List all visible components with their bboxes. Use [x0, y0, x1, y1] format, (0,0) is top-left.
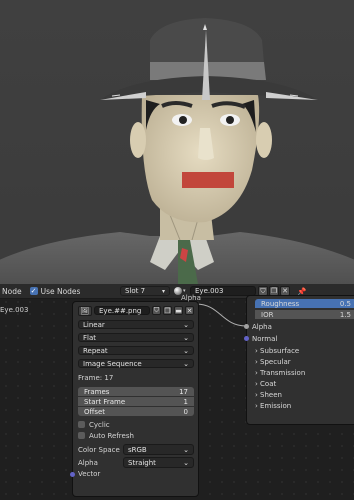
cyclic-label: Cyclic: [89, 420, 110, 429]
frames-label: Frames: [84, 387, 110, 396]
extension-dropdown[interactable]: Repeat ⌄: [78, 346, 194, 355]
panel-label: Emission: [260, 401, 292, 410]
vector-label: Vector: [78, 470, 101, 478]
auto-refresh-label: Auto Refresh: [89, 431, 134, 440]
color-space-label: Color Space: [78, 445, 120, 454]
vector-input-socket[interactable]: [70, 472, 75, 477]
mouth: [182, 172, 234, 188]
image-texture-node[interactable]: Alpha 🖼 Eye.##.png ⛉ ❐ ▬ ✕ Linear ⌄ Flat ⌄…: [70, 294, 201, 497]
alpha-mode-value: Straight: [128, 458, 156, 467]
alpha-mode-row: Alpha Straight ⌄: [78, 457, 194, 468]
frame-label: Frame: 17: [78, 374, 114, 382]
offset-value: 0: [183, 407, 188, 416]
normal-input-socket[interactable]: [244, 336, 249, 341]
checkbox-icon: [78, 432, 85, 439]
ior-field[interactable]: IOR 1.5: [255, 310, 354, 319]
roughness-field[interactable]: Roughness 0.5: [255, 299, 354, 308]
frames-field[interactable]: Frames 17: [78, 387, 194, 396]
auto-refresh-checkbox[interactable]: Auto Refresh: [78, 431, 194, 440]
extension-value: Repeat: [83, 346, 108, 355]
chevron-down-icon: ⌄: [183, 458, 189, 467]
offset-label: Offset: [84, 407, 106, 416]
alpha-input-label: Alpha: [252, 322, 272, 331]
alpha-input-socket[interactable]: [244, 324, 249, 329]
projection-dropdown[interactable]: Flat ⌄: [78, 333, 194, 342]
source-value: Image Sequence: [83, 359, 142, 368]
panel-coat[interactable]: › Coat: [255, 379, 276, 388]
chevron-down-icon: ⌄: [183, 320, 189, 329]
panel-transmission[interactable]: › Transmission: [255, 368, 305, 377]
chevron-down-icon: ⌄: [183, 445, 189, 454]
close-icon[interactable]: ✕: [185, 306, 194, 315]
panel-label: Specular: [260, 357, 291, 366]
normal-input-label: Normal: [252, 334, 278, 343]
image-browse-icon[interactable]: 🖼: [78, 305, 92, 316]
panel-label: Transmission: [260, 368, 306, 377]
chevron-down-icon: ⌄: [183, 359, 189, 368]
ior-label: IOR: [261, 310, 274, 319]
3d-viewport[interactable]: [0, 0, 354, 284]
start-frame-value: 1: [183, 397, 188, 406]
panel-label: Subsurface: [260, 346, 300, 355]
source-dropdown[interactable]: Image Sequence ⌄: [78, 359, 194, 368]
shield-icon[interactable]: ⛉: [152, 306, 161, 315]
panel-emission[interactable]: › Emission: [255, 401, 291, 410]
alpha-mode-label: Alpha: [78, 458, 98, 467]
folder-icon[interactable]: ▬: [174, 306, 183, 315]
start-frame-field[interactable]: Start Frame 1: [78, 397, 194, 406]
chevron-down-icon: ⌄: [183, 333, 189, 342]
interpolation-value: Linear: [83, 320, 105, 329]
image-name: Eye.##.png: [99, 306, 142, 315]
duplicate-icon[interactable]: ❐: [163, 306, 172, 315]
color-space-row: Color Space sRGB ⌄: [78, 444, 194, 455]
color-space-dropdown[interactable]: sRGB ⌄: [123, 444, 194, 455]
start-frame-label: Start Frame: [84, 397, 126, 406]
interpolation-dropdown[interactable]: Linear ⌄: [78, 320, 194, 329]
color-space-value: sRGB: [128, 445, 147, 454]
image-selector: 🖼 Eye.##.png ⛉ ❐ ▬ ✕: [78, 305, 194, 316]
frames-value: 17: [179, 387, 188, 396]
principled-bsdf-node[interactable]: Roughness 0.5 IOR 1.5 Alpha Normal › Sub…: [244, 295, 354, 425]
panel-label: Coat: [260, 379, 277, 388]
character-render: [0, 18, 354, 284]
ior-value: 1.5: [339, 310, 351, 319]
shader-node-editor[interactable]: Node ✓ Use Nodes Slot 7 ▾ ▾ Eye.003 ⛉ ❐ …: [0, 284, 354, 500]
projection-value: Flat: [83, 333, 97, 342]
cyclic-checkbox[interactable]: Cyclic: [78, 420, 194, 429]
offset-field[interactable]: Offset 0: [78, 407, 194, 416]
roughness-value: 0.5: [339, 299, 351, 308]
checkbox-icon: [78, 421, 85, 428]
roughness-label: Roughness: [261, 299, 300, 308]
panel-subsurface[interactable]: › Subsurface: [255, 346, 299, 355]
panel-specular[interactable]: › Specular: [255, 357, 291, 366]
chevron-down-icon: ⌄: [183, 346, 189, 355]
image-name-field[interactable]: Eye.##.png: [94, 306, 150, 315]
alpha-mode-dropdown[interactable]: Straight ⌄: [123, 457, 194, 468]
alpha-output-label: Alpha: [181, 294, 201, 302]
panel-label: Sheen: [260, 390, 282, 399]
panel-sheen[interactable]: › Sheen: [255, 390, 282, 399]
